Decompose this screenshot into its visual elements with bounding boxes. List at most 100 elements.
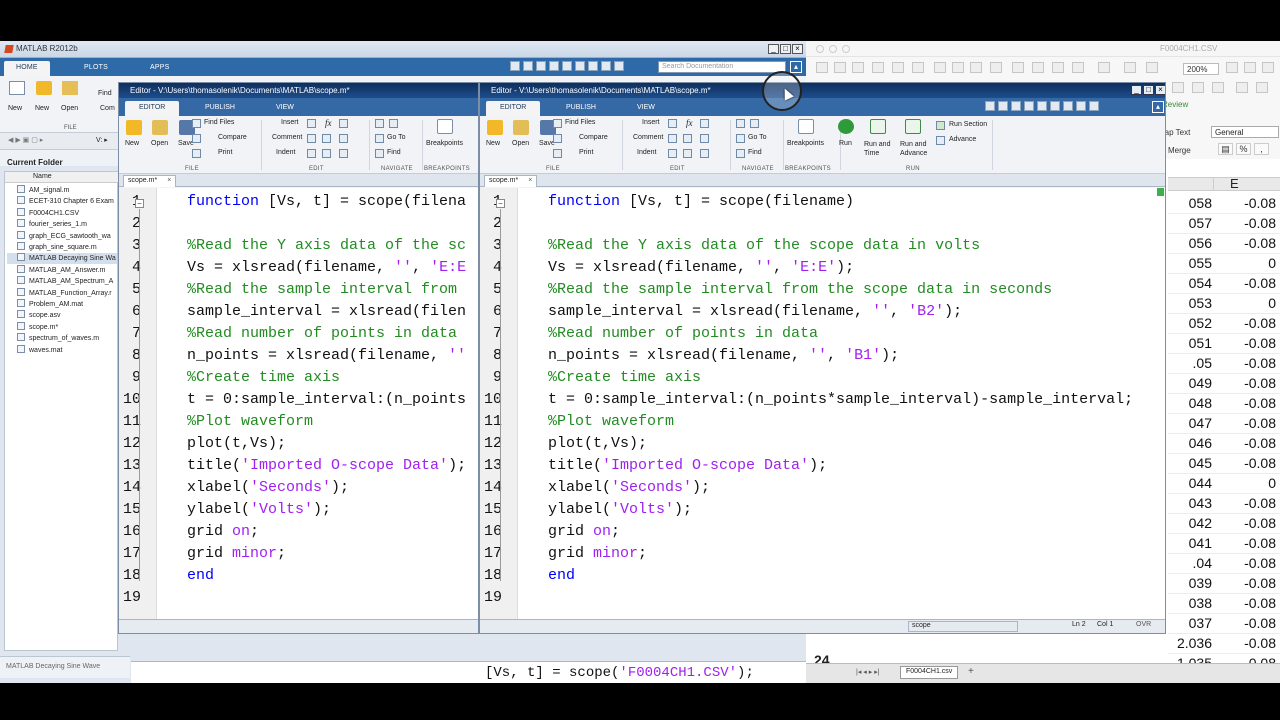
cell-e[interactable]: -0.08: [1216, 195, 1276, 211]
cut-icon[interactable]: [934, 62, 946, 73]
new-icon[interactable]: [487, 120, 503, 135]
indent-button[interactable]: Indent: [637, 149, 656, 156]
code-line[interactable]: grid on;: [548, 523, 620, 540]
run-icon[interactable]: [838, 119, 854, 134]
code-line[interactable]: end: [548, 567, 575, 584]
command-line[interactable]: [Vs, t] = scope('F0004CH1.CSV');: [485, 665, 754, 681]
find-files-button[interactable]: Find Files: [204, 119, 234, 126]
code-line[interactable]: %Read number of points in data: [187, 325, 466, 342]
maximize-button[interactable]: □: [780, 44, 791, 54]
line-number[interactable]: 18: [480, 567, 502, 584]
code-line[interactable]: %Read number of points in data: [548, 325, 818, 342]
wrap-text-button[interactable]: rap Text: [1162, 128, 1190, 137]
refresh-icon[interactable]: [1076, 101, 1086, 111]
edit-tool-icon[interactable]: [339, 119, 348, 128]
code-line[interactable]: %Read the sample interval from: [187, 281, 466, 298]
redo-icon[interactable]: [1032, 62, 1044, 73]
percent-icon[interactable]: %: [1236, 143, 1251, 155]
edit-tool-icon[interactable]: [307, 119, 316, 128]
code-line[interactable]: %Plot waveform: [548, 413, 674, 430]
file-item[interactable]: scope.m*: [7, 321, 117, 333]
borders-icon[interactable]: [1212, 82, 1224, 93]
add-sheet-icon[interactable]: +: [968, 666, 974, 677]
line-number[interactable]: 6: [119, 303, 141, 320]
file-tab[interactable]: scope.m* ×: [484, 175, 538, 187]
cell-d[interactable]: 048: [1168, 395, 1212, 411]
undo-icon[interactable]: [562, 61, 572, 71]
copy-icon[interactable]: [536, 61, 546, 71]
edit-tool-icon[interactable]: [668, 119, 677, 128]
fill-icon[interactable]: [1236, 82, 1248, 93]
insert-button[interactable]: Insert: [642, 119, 660, 126]
comment-button[interactable]: Comment: [272, 134, 302, 141]
line-number[interactable]: 16: [480, 523, 502, 540]
cell-d[interactable]: .05: [1168, 355, 1212, 371]
cell-d[interactable]: .04: [1168, 555, 1212, 571]
code-line[interactable]: ylabel('Volts');: [548, 501, 692, 518]
line-number[interactable]: 19: [480, 589, 502, 606]
file-item[interactable]: ECET-310 Chapter 6 Exam: [7, 196, 117, 207]
edit-tool-icon[interactable]: [683, 134, 692, 143]
line-number[interactable]: 11: [480, 413, 502, 430]
code-line[interactable]: function [Vs, t] = scope(filename): [548, 193, 854, 210]
name-column-header[interactable]: Name: [33, 173, 52, 180]
sum-icon[interactable]: [1052, 62, 1064, 73]
cell-d[interactable]: 037: [1168, 615, 1212, 631]
code-line[interactable]: Vs = xlsread(filename, '', 'E:E');: [548, 259, 854, 276]
open-icon[interactable]: [62, 81, 78, 95]
insert-button[interactable]: Insert: [281, 119, 299, 126]
run-section-button[interactable]: Run Section: [949, 121, 987, 128]
run-and-time-icon[interactable]: [870, 119, 886, 134]
line-number[interactable]: 16: [119, 523, 141, 540]
line-number[interactable]: 19: [119, 589, 141, 606]
back-icon[interactable]: [736, 119, 745, 128]
code-analyzer-ok-icon[interactable]: [1157, 188, 1164, 196]
code-line[interactable]: plot(t,Vs);: [187, 435, 286, 452]
edit-tool-icon[interactable]: [700, 119, 709, 128]
code-line[interactable]: sample_interval = xlsread(filen: [187, 303, 466, 320]
edit-tool-icon[interactable]: [307, 149, 316, 158]
code-line[interactable]: n_points = xlsread(filename, '': [187, 347, 466, 364]
open-icon[interactable]: [152, 120, 168, 135]
print-icon[interactable]: [892, 62, 904, 73]
code-line[interactable]: xlabel('Seconds');: [187, 479, 349, 496]
code-fold-icon[interactable]: −: [135, 199, 144, 208]
edit-tool-icon[interactable]: [700, 149, 709, 158]
code-line[interactable]: %Plot waveform: [187, 413, 313, 430]
breakpoints-icon[interactable]: [798, 119, 814, 134]
cell-d[interactable]: 053: [1168, 295, 1212, 311]
back-icon[interactable]: [375, 119, 384, 128]
search-documentation-input[interactable]: Search Documentation: [658, 61, 786, 73]
gallery-icon[interactable]: [1262, 62, 1274, 73]
grid-icon[interactable]: [834, 62, 846, 73]
close-button[interactable]: ×: [792, 44, 803, 54]
line-number[interactable]: 7: [480, 325, 502, 342]
code-line[interactable]: ylabel('Volts');: [187, 501, 331, 518]
code-area[interactable]: function [Vs, t] = scope(filena %Read the…: [157, 188, 478, 619]
cell-e[interactable]: -0.08: [1216, 415, 1276, 431]
code-line[interactable]: %Read the Y axis data of the scope data …: [548, 237, 980, 254]
cell-e[interactable]: -0.08: [1216, 435, 1276, 451]
edit-tool-icon[interactable]: [683, 149, 692, 158]
line-number[interactable]: 12: [119, 435, 141, 452]
cell-e[interactable]: -0.08: [1216, 235, 1276, 251]
cell-e[interactable]: -0.08: [1216, 455, 1276, 471]
code-line[interactable]: end: [187, 567, 214, 584]
copy-icon[interactable]: [952, 62, 964, 73]
code-line[interactable]: %Create time axis: [548, 369, 701, 386]
edit-tool-icon[interactable]: [668, 134, 677, 143]
currency-icon[interactable]: ▤: [1218, 143, 1233, 155]
find-label[interactable]: Find: [98, 90, 112, 97]
line-number[interactable]: 3: [480, 237, 502, 254]
font-color-icon[interactable]: [1256, 82, 1268, 93]
minimize-button[interactable]: _: [768, 44, 779, 54]
line-number[interactable]: 10: [480, 391, 502, 408]
cell-e[interactable]: -0.08: [1216, 355, 1276, 371]
tab-home[interactable]: HOME: [4, 61, 50, 76]
paste-icon[interactable]: [970, 62, 982, 73]
code-line[interactable]: function [Vs, t] = scope(filena: [187, 193, 466, 210]
redo-icon[interactable]: [1050, 101, 1060, 111]
open-icon[interactable]: [513, 120, 529, 135]
help-icon[interactable]: [1089, 101, 1099, 111]
cell-e[interactable]: -0.08: [1216, 595, 1276, 611]
